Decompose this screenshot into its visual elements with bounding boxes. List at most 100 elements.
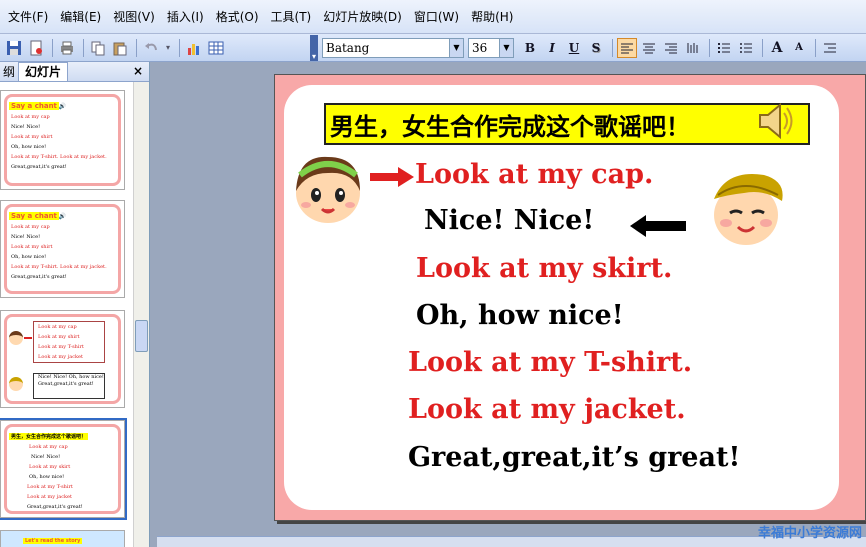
bold-button[interactable]: B — [520, 38, 540, 58]
thumbnail-title: Say a chant — [9, 212, 59, 220]
numbering-icon[interactable] — [714, 38, 734, 58]
thumbnail-title: 男生，女生合作完成这个歌谣吧！ — [9, 433, 89, 440]
close-icon[interactable]: × — [133, 64, 143, 78]
save-icon[interactable] — [4, 38, 24, 58]
distribute-icon[interactable] — [683, 38, 703, 58]
text-box: Nice! Nice! Oh, how nice! Great,great,it… — [33, 373, 105, 399]
thumbnail-line: Look at my shirt — [11, 244, 53, 250]
toolbar-options-icon[interactable]: ▾ — [310, 34, 318, 61]
slide-thumbnail-1[interactable]: Say a chant 🔊 Look at my cap Nice! Nice! … — [0, 90, 125, 190]
thumbnail-line: Look at my jacket — [38, 354, 84, 360]
underline-button[interactable]: U — [564, 38, 584, 58]
toolbar-separator — [762, 38, 763, 57]
chant-line-2[interactable]: Nice! Nice! — [424, 205, 594, 236]
thumbnail-line: Nice! Nice! — [11, 234, 41, 240]
slide-title: 男生，女生合作完成这个歌谣吧！ — [330, 112, 690, 141]
slide-thumbnail-2[interactable]: Say a chant 🔊 Look at my cap Nice! Nice! … — [0, 200, 125, 298]
speaker-icon[interactable] — [756, 99, 796, 143]
menu-file[interactable]: 文件(F) — [2, 0, 54, 34]
toolbar-separator — [815, 38, 816, 57]
thumbnail-line: Nice! Nice! Oh, how nice! Great,great,it… — [38, 374, 104, 387]
menu-bar: 文件(F) 编辑(E) 视图(V) 插入(I) 格式(O) 工具(T) 幻灯片放… — [0, 0, 866, 34]
arrow-icon — [24, 337, 32, 339]
thumbnail-line: Look at my T-shirt. Look at my jacket. — [11, 154, 107, 160]
speaker-icon: 🔊 — [58, 103, 67, 110]
scrollbar-thumb[interactable] — [135, 320, 148, 352]
slides-pane: 纲 幻灯片 × Say a chant 🔊 Look at my cap Nice… — [0, 62, 150, 547]
thumbnail-frame: Look at my cap Look at my shirt Look at … — [4, 314, 121, 404]
align-left-icon[interactable] — [617, 37, 637, 58]
paste-icon[interactable] — [110, 38, 130, 58]
thumbnail-frame: Say a chant 🔊 Look at my cap Nice! Nice! … — [4, 94, 121, 186]
increase-font-button[interactable]: A — [767, 38, 787, 58]
thumbnail-line: Great,great,it's great! — [11, 164, 67, 170]
chant-line-4[interactable]: Oh, how nice! — [416, 300, 624, 331]
toolbar-separator — [709, 38, 710, 57]
font-name-value: Batang — [326, 40, 370, 55]
boy-face-icon — [9, 377, 23, 391]
slide-thumbnail-4[interactable]: 男生，女生合作完成这个歌谣吧！ Look at my cap Nice! Nic… — [0, 418, 127, 520]
align-right-icon[interactable] — [661, 38, 681, 58]
chant-line-1[interactable]: Look at my cap. — [415, 159, 653, 190]
thumbnail-frame: Say a chant 🔊 Look at my cap Nice! Nice! … — [4, 204, 121, 294]
chevron-down-icon[interactable]: ▼ — [499, 38, 513, 57]
arrow-left-icon — [630, 215, 686, 237]
align-center-icon[interactable] — [639, 38, 659, 58]
insert-table-icon[interactable] — [206, 38, 226, 58]
decrease-font-button[interactable]: A — [789, 38, 809, 58]
copy-icon[interactable] — [88, 38, 108, 58]
menu-edit[interactable]: 编辑(E) — [54, 0, 107, 34]
menu-help[interactable]: 帮助(H) — [465, 0, 519, 34]
font-size-select[interactable]: 36 ▼ — [468, 37, 514, 58]
thumbnail-title: Say a chant — [9, 102, 59, 110]
chant-line-3[interactable]: Look at my skirt. — [416, 253, 672, 284]
thumbnail-frame: 男生，女生合作完成这个歌谣吧！ Look at my cap Nice! Nic… — [4, 424, 121, 514]
tab-slides[interactable]: 幻灯片 — [18, 62, 69, 81]
pane-scrollbar[interactable] — [133, 82, 149, 547]
chant-line-6[interactable]: Look at my jacket. — [408, 394, 686, 425]
thumbnail-line: Look at my cap — [11, 224, 50, 230]
thumbnail-line: Oh, how nice! — [11, 254, 47, 260]
toolbar-separator — [83, 38, 84, 57]
chant-line-5[interactable]: Look at my T-shirt. — [408, 347, 692, 378]
insert-chart-icon[interactable] — [184, 38, 204, 58]
indent-icon[interactable] — [820, 38, 840, 58]
toolbar-separator — [612, 38, 613, 57]
chant-line-7[interactable]: Great,great,it’s great! — [408, 442, 740, 473]
menu-insert[interactable]: 插入(I) — [161, 0, 210, 34]
undo-dropdown-icon[interactable]: ▾ — [163, 38, 173, 58]
font-name-select[interactable]: Batang ▼ — [322, 37, 464, 58]
arrow-right-icon — [370, 167, 414, 187]
permission-icon[interactable] — [26, 38, 46, 58]
menu-view[interactable]: 视图(V) — [107, 0, 161, 34]
thumbnail-line: Look at my shirt — [11, 134, 53, 140]
italic-button[interactable]: I — [542, 38, 562, 58]
slide-thumbnail-5[interactable]: Let's read the story — [0, 530, 125, 547]
slide-thumbnail-3[interactable]: Look at my cap Look at my shirt Look at … — [0, 310, 125, 408]
print-icon[interactable] — [57, 38, 77, 58]
menu-tools[interactable]: 工具(T) — [265, 0, 318, 34]
speaker-icon: 🔊 — [58, 213, 67, 220]
thumbnail-title: Let's read the story — [23, 538, 83, 544]
tab-outline[interactable]: 纲 — [0, 63, 18, 81]
font-size-value: 36 — [472, 40, 488, 55]
bullets-icon[interactable] — [736, 38, 756, 58]
menu-slideshow[interactable]: 幻灯片放映(D) — [317, 0, 408, 34]
text-box: Look at my cap Look at my shirt Look at … — [33, 321, 105, 363]
slide-title-banner[interactable]: 男生，女生合作完成这个歌谣吧！ — [324, 103, 810, 145]
boy-face-icon — [714, 174, 783, 245]
thumbnail-line: Look at my cap — [38, 324, 77, 330]
shadow-button[interactable]: S — [586, 38, 606, 58]
slide-canvas[interactable]: 男生，女生合作完成这个歌谣吧！ Look at my cap. Nice! Ni… — [274, 74, 866, 521]
thumbnail-line: Look at my T-shirt — [38, 344, 84, 350]
thumbnail-line: Nice! Nice! — [31, 454, 61, 460]
thumbnail-line: Oh, how nice! — [11, 144, 47, 150]
chevron-down-icon[interactable]: ▼ — [449, 38, 463, 57]
girl-face-icon — [9, 331, 23, 345]
undo-icon[interactable] — [141, 38, 161, 58]
menu-format[interactable]: 格式(O) — [210, 0, 265, 34]
thumbnail-line: Nice! Nice! — [11, 124, 41, 130]
menu-window[interactable]: 窗口(W) — [408, 0, 465, 34]
slide-content-area: 男生，女生合作完成这个歌谣吧！ Look at my cap. Nice! Ni… — [284, 85, 839, 510]
toolbar-separator — [179, 38, 180, 57]
